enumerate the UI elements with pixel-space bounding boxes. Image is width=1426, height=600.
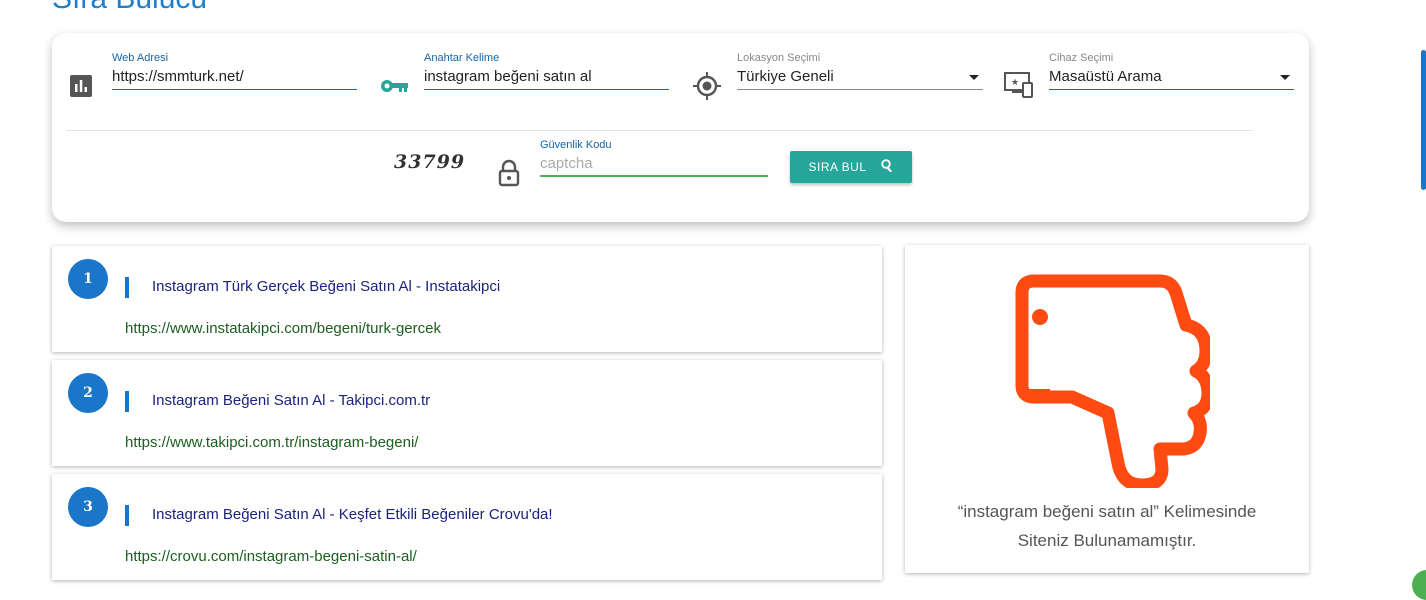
rank-badge: 3 [68, 487, 108, 527]
page-title: Sıra Bulucu [52, 0, 207, 16]
web-address-field[interactable]: Web Adresi https://smmturk.net/ [112, 52, 357, 90]
captcha-field[interactable]: Güvenlik Kodu captcha [540, 139, 768, 177]
find-rank-button[interactable]: SIRA BUL [790, 151, 912, 183]
result-title[interactable]: Instagram Beğeni Satın Al - Keşfet Etkil… [152, 506, 553, 523]
web-address-input[interactable]: https://smmturk.net/ [112, 64, 357, 90]
title-marker [125, 277, 129, 298]
result-url[interactable]: https://www.instatakipci.com/begeni/turk… [125, 320, 441, 337]
scroll-indicator[interactable] [1421, 50, 1426, 190]
title-marker [125, 391, 129, 412]
keyword-input[interactable]: instagram beğeni satın al [424, 64, 669, 90]
rank-badge: 2 [68, 373, 108, 413]
location-value: Türkiye Geneli [737, 68, 834, 85]
result-url[interactable]: https://www.takipci.com.tr/instagram-beg… [125, 434, 418, 451]
result-item: 1 Instagram Türk Gerçek Beğeni Satın Al … [52, 246, 882, 352]
chevron-down-icon [969, 75, 979, 80]
not-found-card: “instagram beğeni satın al” Kelimesinde … [905, 245, 1309, 573]
not-found-message: “instagram beğeni satın al” Kelimesinde … [905, 497, 1309, 555]
result-item: 3 Instagram Beğeni Satın Al - Keşfet Etk… [52, 474, 882, 580]
location-value-box[interactable]: Türkiye Geneli [737, 64, 983, 90]
device-value-box[interactable]: Masaüstü Arama [1049, 64, 1294, 90]
device-select[interactable]: Cihaz Seçimi Masaüstü Arama [1049, 52, 1294, 90]
rank-badge: 1 [68, 259, 108, 299]
not-found-line-1: “instagram beğeni satın al” Kelimesinde [957, 502, 1257, 521]
location-label: Lokasyon Seçimi [737, 52, 821, 64]
lock-icon [498, 159, 520, 191]
result-item: 2 Instagram Beğeni Satın Al - Takipci.co… [52, 360, 882, 466]
floating-action-button[interactable] [1412, 570, 1426, 600]
svg-text:★: ★ [1011, 78, 1019, 88]
result-url[interactable]: https://crovu.com/instagram-begeni-satin… [125, 548, 417, 565]
title-marker [125, 505, 129, 526]
devices-icon: ★ [1003, 71, 1035, 103]
thumbs-down-icon [1010, 273, 1215, 492]
keyword-field[interactable]: Anahtar Kelime instagram beğeni satın al [424, 52, 669, 90]
result-title[interactable]: Instagram Türk Gerçek Beğeni Satın Al - … [152, 278, 500, 295]
search-icon [880, 159, 894, 175]
chevron-down-icon [1280, 75, 1290, 80]
not-found-line-2: Siteniz Bulunamamıştır. [1017, 531, 1197, 550]
divider [66, 130, 1253, 131]
location-select[interactable]: Lokasyon Seçimi Türkiye Geneli [737, 52, 983, 90]
captcha-image: 33799 [394, 151, 466, 173]
result-title[interactable]: Instagram Beğeni Satın Al - Takipci.com.… [152, 392, 430, 409]
captcha-label: Güvenlik Kodu [540, 139, 612, 151]
keyword-label: Anahtar Kelime [424, 52, 500, 64]
web-address-label: Web Adresi [112, 52, 169, 64]
key-icon [380, 78, 410, 98]
device-label: Cihaz Seçimi [1049, 52, 1114, 64]
search-form: Web Adresi https://smmturk.net/ Anahtar … [52, 33, 1309, 222]
find-rank-button-label: SIRA BUL [808, 160, 867, 174]
captcha-input[interactable]: captcha [540, 151, 768, 177]
bar-chart-icon [69, 74, 93, 102]
device-value: Masaüstü Arama [1049, 68, 1162, 85]
crosshair-icon [692, 71, 722, 105]
